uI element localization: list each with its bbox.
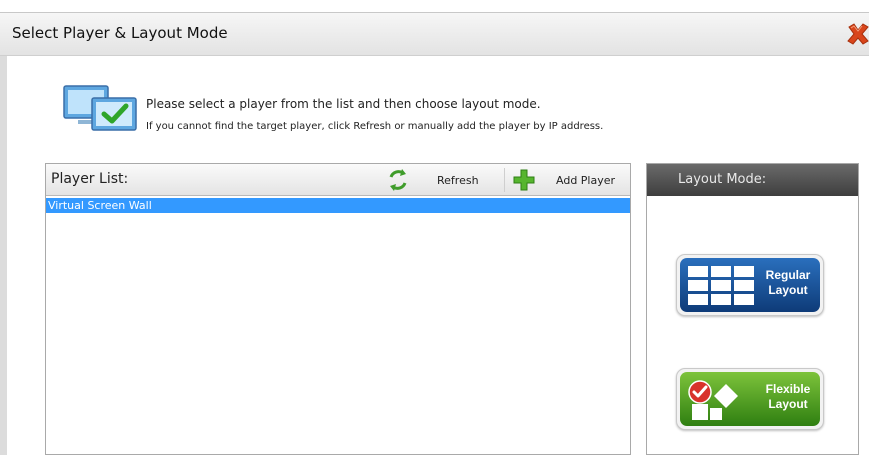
player-list-panel: Player List: Refresh Add Player Virtual … (45, 163, 631, 455)
grid-layout-icon (688, 266, 754, 305)
flexible-layout-line1: Flexible (765, 382, 811, 396)
flexible-layout-label: Flexible Layout (758, 382, 818, 412)
top-margin (0, 0, 869, 12)
flexible-layout-face: Flexible Layout (680, 372, 820, 426)
player-list-title: Player List: (51, 171, 129, 187)
regular-layout-label: Regular Layout (758, 268, 818, 298)
player-list-header: Player List: Refresh Add Player (46, 164, 630, 196)
player-name: Virtual Screen Wall (48, 199, 152, 212)
monitor-check-icon (63, 85, 137, 131)
flexible-layout-button[interactable]: Flexible Layout (676, 368, 824, 430)
close-icon[interactable] (845, 21, 869, 47)
intro-instruction: Please select a player from the list and… (146, 97, 541, 111)
regular-layout-face: Regular Layout (680, 258, 820, 312)
add-icon (513, 169, 535, 191)
refresh-icon (389, 169, 407, 191)
flexible-layout-line2: Layout (768, 397, 808, 411)
regular-layout-button[interactable]: Regular Layout (676, 254, 824, 316)
intro-hint: If you cannot find the target player, cl… (146, 121, 604, 132)
flexible-layout-icon (688, 380, 738, 420)
left-border (0, 56, 7, 455)
regular-layout-line1: Regular (765, 268, 811, 282)
select-player-dialog: Select Player & Layout Mode Please selec… (0, 0, 869, 455)
dialog-title: Select Player & Layout Mode (12, 24, 228, 42)
player-list-item[interactable]: Virtual Screen Wall (46, 198, 630, 213)
layout-mode-header: Layout Mode: (647, 164, 858, 196)
title-bar: Select Player & Layout Mode (0, 12, 869, 56)
add-player-label: Add Player (556, 174, 616, 187)
layout-mode-panel: Layout Mode: Regular Layout Flexible Lay… (646, 163, 859, 455)
toolbar-separator (504, 168, 505, 192)
regular-layout-line2: Layout (768, 283, 808, 297)
refresh-label: Refresh (437, 174, 479, 187)
add-player-button[interactable]: Add Player (510, 166, 628, 194)
layout-mode-title: Layout Mode: (678, 172, 767, 187)
